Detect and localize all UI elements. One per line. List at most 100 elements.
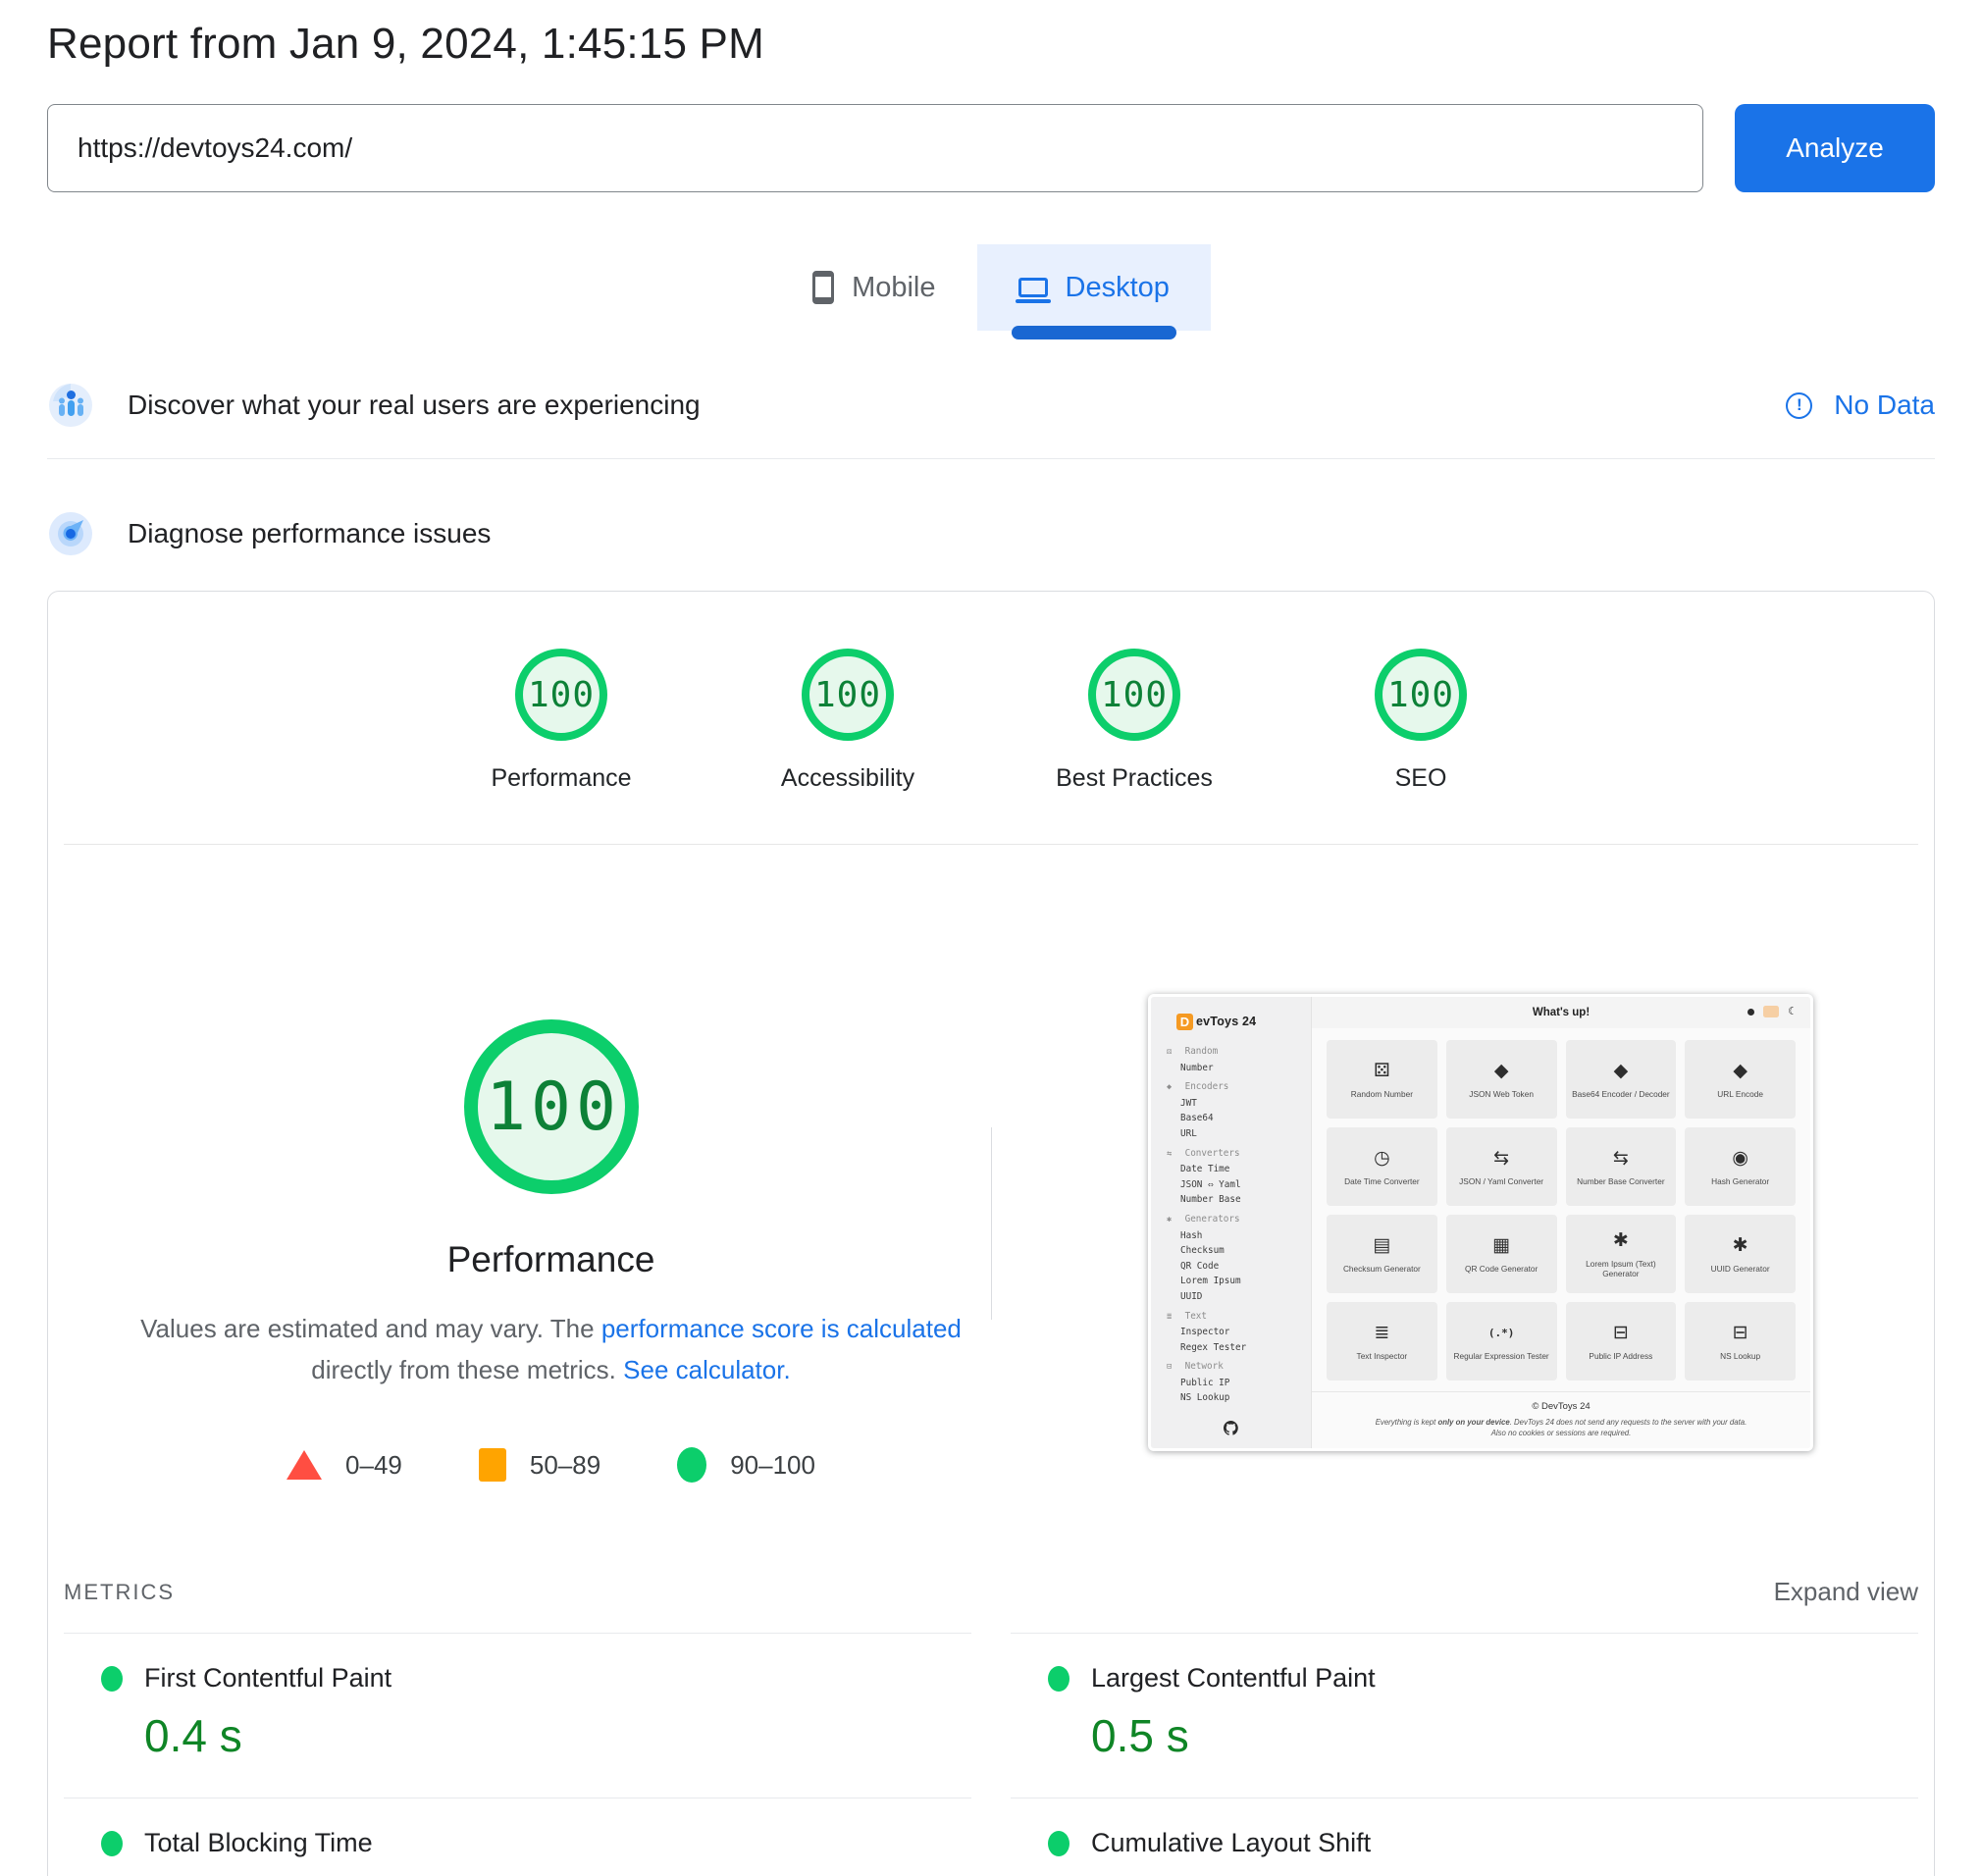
- screenshot-sidebar-list: ⚄ Random Number ◆ Encoders JWT Base64 UR…: [1151, 1044, 1311, 1406]
- metric-label: First Contentful Paint: [144, 1663, 391, 1694]
- mobile-phone-icon: [812, 271, 834, 304]
- category-score: 100 Best Practices: [1017, 649, 1252, 793]
- tool-tile-label: Number Base Converter: [1572, 1176, 1669, 1186]
- screenshot-tool-tile: ◆ Base64 Encoder / Decoder: [1566, 1040, 1677, 1119]
- sidebar-row-label: NS Lookup: [1180, 1392, 1229, 1403]
- screenshot-tool-tile: ⊟ NS Lookup: [1685, 1302, 1796, 1381]
- sidebar-row-label: Inspector: [1180, 1327, 1229, 1337]
- expand-view-button[interactable]: Expand view: [1774, 1577, 1918, 1607]
- metric-value: 0.4 s: [144, 1709, 971, 1762]
- category-score: 100 Accessibility: [730, 649, 965, 793]
- screenshot-sidebar-row: JWT: [1151, 1096, 1311, 1112]
- tab-mobile[interactable]: Mobile: [771, 244, 976, 331]
- screenshot-sidebar-row: Lorem Ipsum: [1151, 1274, 1311, 1289]
- legend-item: 0–49: [287, 1450, 402, 1481]
- performance-gauge: 100: [464, 1019, 639, 1194]
- category-score-value: 100: [528, 675, 595, 715]
- sidebar-row-label: Hash: [1180, 1230, 1202, 1241]
- tool-tile-label: JSON Web Token: [1464, 1089, 1539, 1099]
- pagespeed-report-page: Report from Jan 9, 2024, 1:45:15 PM Anal…: [0, 20, 1982, 1876]
- screenshot-sidebar-row: ✱ Generators: [1151, 1212, 1311, 1228]
- sidebar-row-label: Date Time: [1180, 1164, 1229, 1174]
- screenshot-sidebar-row: ◆ Encoders: [1151, 1079, 1311, 1096]
- metric-item: Largest Contentful Paint 0.5 s: [1011, 1633, 1918, 1798]
- sidebar-row-label: Number: [1180, 1063, 1214, 1073]
- legend-item: 90–100: [677, 1447, 815, 1483]
- screenshot-copyright: © DevToys 24: [1337, 1401, 1785, 1412]
- tab-mobile-label: Mobile: [852, 272, 935, 304]
- screenshot-tool-tile: ≣ Text Inspector: [1327, 1302, 1437, 1381]
- tool-tile-label: Regular Expression Tester: [1449, 1351, 1554, 1361]
- screenshot-theme-controls: ☾: [1747, 1006, 1798, 1017]
- screenshot-sidebar-row: Regex Tester: [1151, 1340, 1311, 1356]
- diamond-icon: ◆: [1163, 1080, 1175, 1096]
- screenshot-sidebar-row: Base64: [1151, 1111, 1311, 1126]
- no-data-link[interactable]: ! No Data: [1786, 390, 1935, 421]
- qr-icon: ▦: [1492, 1234, 1510, 1256]
- server-icon: ⊟: [1163, 1360, 1175, 1376]
- diamond-icon: ◆: [1494, 1060, 1509, 1081]
- metric-item-header: Largest Contentful Paint: [1048, 1663, 1918, 1694]
- sidebar-row-label: Base64: [1180, 1113, 1214, 1123]
- sidebar-row-label: QR Code: [1180, 1261, 1219, 1272]
- analyze-button[interactable]: Analyze: [1735, 104, 1935, 192]
- asterisk-icon: ✱: [1733, 1234, 1748, 1256]
- url-bar: Analyze: [47, 104, 1935, 192]
- screenshot-sidebar-row: Checksum: [1151, 1243, 1311, 1259]
- asterisk-icon: ✱: [1613, 1229, 1629, 1251]
- regex-icon: (.*): [1488, 1322, 1515, 1343]
- performance-gauge-block: 100 Performance Values are estimated and…: [48, 845, 991, 1483]
- dice-icon: ⚄: [1163, 1045, 1175, 1061]
- legend-shape: [677, 1447, 706, 1483]
- category-score: 100 Performance: [443, 649, 679, 793]
- screenshot-tool-tile: ▤ Checksum Generator: [1327, 1215, 1437, 1293]
- tool-tile-label: Text Inspector: [1352, 1351, 1413, 1361]
- tool-tile-label: Lorem Ipsum (Text) Generator: [1566, 1259, 1677, 1278]
- sidebar-row-label: Random: [1185, 1046, 1219, 1057]
- sidebar-row-label: Public IP: [1180, 1378, 1229, 1388]
- screenshot-tool-tile: ⚄ Random Number: [1327, 1040, 1437, 1119]
- legend-range-label: 50–89: [530, 1450, 600, 1481]
- sun-icon: [1747, 1009, 1754, 1016]
- screenshot-sidebar-row: Inspector: [1151, 1325, 1311, 1340]
- performance-detail-row: 100 Performance Values are estimated and…: [48, 845, 1934, 1483]
- screenshot-sidebar-row: URL: [1151, 1126, 1311, 1142]
- see-calculator-link[interactable]: See calculator.: [623, 1355, 791, 1384]
- metric-item: First Contentful Paint 0.4 s: [64, 1633, 971, 1798]
- screenshot-tool-tile: ◆ JSON Web Token: [1446, 1040, 1557, 1119]
- performance-gauge-label: Performance: [447, 1239, 655, 1280]
- tab-desktop[interactable]: Desktop: [977, 244, 1211, 331]
- category-score-value: 100: [1101, 675, 1168, 715]
- server-icon: ⊟: [1613, 1322, 1629, 1343]
- screenshot-sidebar-row: ⚄ Random: [1151, 1044, 1311, 1061]
- url-input[interactable]: [47, 104, 1703, 192]
- tool-tile-label: Checksum Generator: [1338, 1264, 1426, 1274]
- desktop-laptop-icon: [1018, 278, 1048, 297]
- tab-desktop-label: Desktop: [1066, 272, 1170, 304]
- category-score-label: SEO: [1303, 764, 1539, 793]
- metric-pass-dot-icon: [101, 1831, 123, 1856]
- report-card: 100 Performance 100 Accessibility 100 Be…: [47, 591, 1935, 1876]
- no-data-label: No Data: [1834, 390, 1935, 421]
- tool-tile-label: QR Code Generator: [1460, 1264, 1542, 1274]
- tool-tile-label: Date Time Converter: [1339, 1176, 1425, 1186]
- screenshot-tool-tile: ◉ Hash Generator: [1685, 1127, 1796, 1206]
- desc-text-1: Values are estimated and may vary. The: [140, 1314, 601, 1343]
- category-score-label: Accessibility: [730, 764, 965, 793]
- screenshot-app-logo: D evToys 24: [1151, 1007, 1311, 1036]
- screenshot-tool-grid: ⚄ Random Number ◆ JSON Web Token ◆ Base6…: [1327, 1040, 1796, 1381]
- screenshot-tool-tile: ✱ UUID Generator: [1685, 1215, 1796, 1293]
- hash-icon: ◉: [1732, 1147, 1748, 1169]
- sidebar-row-label: URL: [1180, 1128, 1197, 1139]
- sidebar-row-label: Encoders: [1185, 1081, 1229, 1092]
- screenshot-sidebar-row: ⇆ Converters: [1151, 1146, 1311, 1163]
- diamond-icon: ◆: [1733, 1060, 1747, 1081]
- github-icon: [1151, 1421, 1311, 1440]
- category-score-gauge: 100: [1375, 649, 1467, 741]
- category-scores-row: 100 Performance 100 Accessibility 100 Be…: [48, 592, 1934, 793]
- field-data-title: Discover what your real users are experi…: [128, 390, 701, 421]
- real-users-icon: [47, 382, 94, 429]
- legend-shape: [479, 1448, 506, 1482]
- score-calc-link[interactable]: performance score is calculated: [601, 1314, 962, 1343]
- screenshot-footer: © DevToys 24 Everything is kept only on …: [1312, 1391, 1810, 1448]
